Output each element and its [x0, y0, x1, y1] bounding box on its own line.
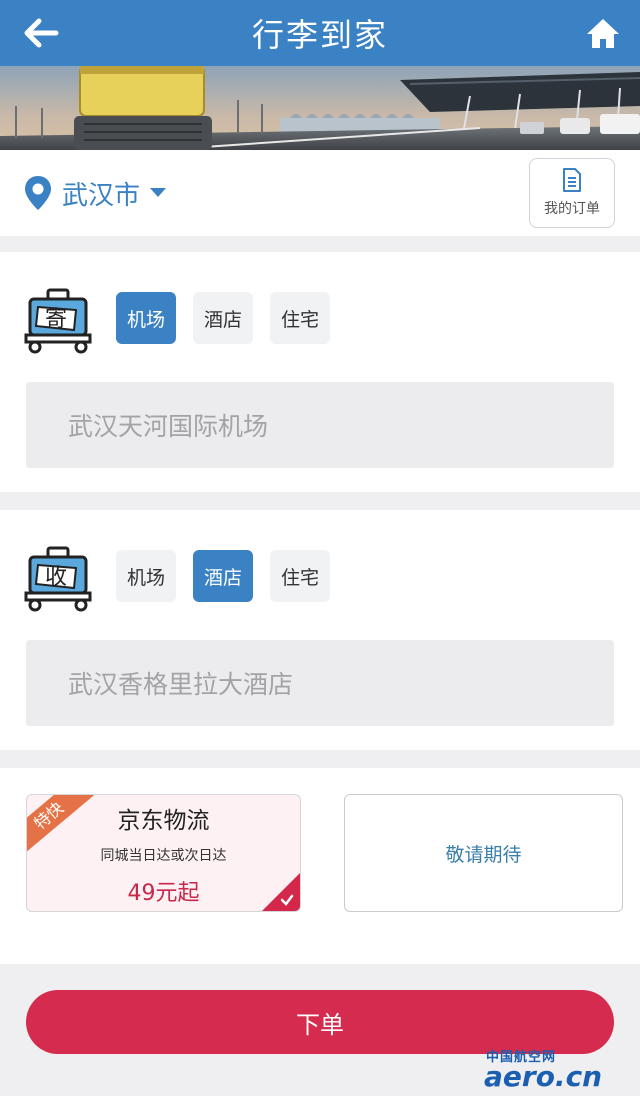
- my-orders-button[interactable]: 我的订单: [529, 158, 615, 228]
- luggage-send-icon: 寄: [24, 288, 92, 354]
- city-selector[interactable]: 武汉市: [24, 172, 167, 214]
- home-icon: [587, 19, 619, 48]
- place-order-button[interactable]: 下单: [26, 990, 614, 1054]
- location-pin-icon: [25, 176, 51, 210]
- app-header: 行李到家: [0, 0, 640, 66]
- send-option-airport[interactable]: 机场: [116, 292, 176, 344]
- arrow-left-icon: [24, 18, 59, 48]
- logistics-section: 特快 京东物流 同城当日达或次日达 49元起 敬请期待: [0, 768, 640, 964]
- watermark-en: aero.cn: [484, 1060, 603, 1093]
- document-icon: [563, 168, 581, 192]
- coming-soon-card[interactable]: 敬请期待: [344, 794, 623, 912]
- page-title: 行李到家: [251, 16, 388, 54]
- back-button[interactable]: [18, 10, 64, 56]
- my-orders-label: 我的订单: [544, 201, 600, 217]
- receive-option-airport[interactable]: 机场: [116, 550, 176, 602]
- send-card: 寄 机场 酒店 住宅 武汉天河国际机场: [0, 252, 640, 492]
- check-icon: [280, 894, 294, 906]
- chevron-down-icon: [150, 188, 167, 197]
- banner-image: [0, 66, 640, 150]
- jd-price: 49元起: [127, 881, 200, 906]
- airport-banner-illustration: [0, 66, 640, 150]
- jd-subtitle: 同城当日达或次日达: [100, 848, 227, 864]
- send-option-hotel[interactable]: 酒店: [193, 292, 253, 344]
- jd-logistics-card[interactable]: 特快 京东物流 同城当日达或次日达 49元起: [26, 794, 301, 912]
- jd-title: 京东物流: [117, 808, 210, 834]
- city-name: 武汉市: [62, 180, 141, 211]
- location-bar: 武汉市 我的订单: [0, 150, 640, 236]
- receive-badge-text: 收: [45, 565, 67, 590]
- receive-option-residence[interactable]: 住宅: [270, 550, 330, 602]
- home-button[interactable]: [580, 10, 626, 56]
- luggage-receive-icon: 收: [24, 546, 92, 612]
- send-address-input[interactable]: 武汉天河国际机场: [26, 382, 614, 468]
- receive-card: 收 机场 酒店 住宅 武汉香格里拉大酒店: [0, 510, 640, 750]
- watermark-logo: 中国航空网 aero.cn: [484, 1046, 638, 1093]
- send-option-residence[interactable]: 住宅: [270, 292, 330, 344]
- receive-address-input[interactable]: 武汉香格里拉大酒店: [26, 640, 614, 726]
- receive-option-hotel[interactable]: 酒店: [193, 550, 253, 602]
- send-badge-text: 寄: [45, 307, 67, 332]
